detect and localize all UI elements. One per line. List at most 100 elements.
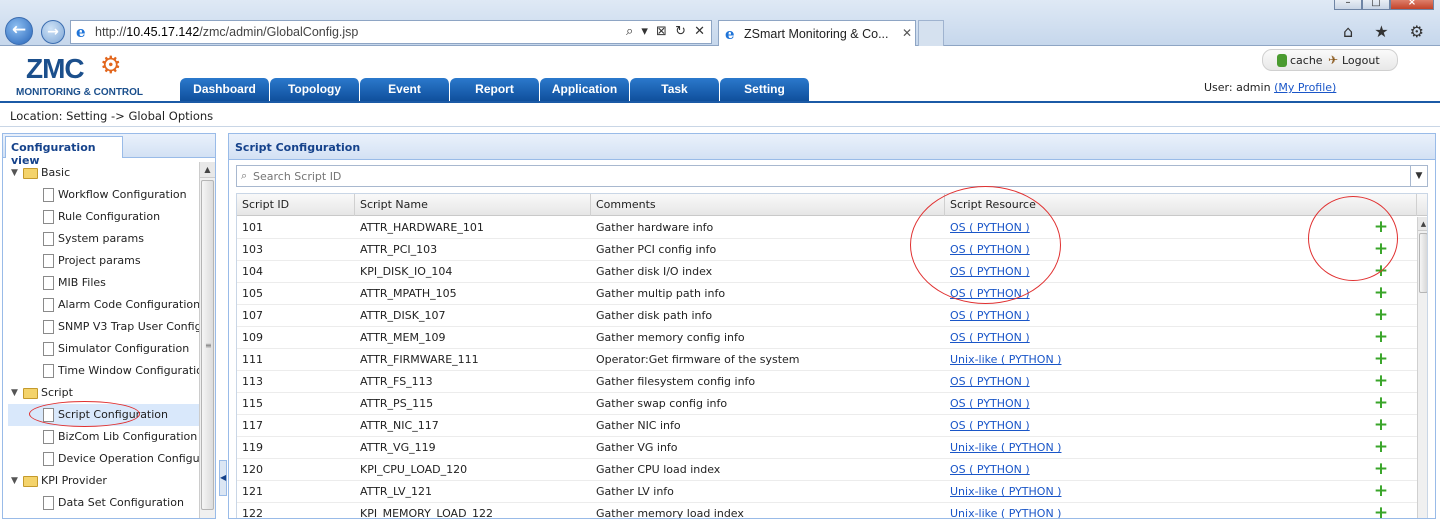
table-row[interactable]: 119 ATTR_VG_119 Gather VG info Unix-like ( … bbox=[237, 437, 1417, 459]
table-row[interactable]: 120 KPI_CPU_LOAD_120 Gather CPU load index… bbox=[237, 459, 1417, 481]
script-resource-link[interactable]: OS ( PYTHON ) bbox=[950, 287, 1030, 300]
add-icon[interactable]: + bbox=[1369, 415, 1393, 437]
close-window-icon[interactable]: × bbox=[1390, 0, 1434, 10]
tab-report[interactable]: Report bbox=[450, 78, 540, 101]
tree-item[interactable]: SNMP V3 Trap User Configura bbox=[8, 316, 200, 338]
script-resource-link[interactable]: OS ( PYTHON ) bbox=[950, 375, 1030, 388]
table-row[interactable]: 101 ATTR_HARDWARE_101 Gather hardware info… bbox=[237, 217, 1417, 239]
table-row[interactable]: 104 KPI_DISK_IO_104 Gather disk I/O index O… bbox=[237, 261, 1417, 283]
tree-item[interactable]: MIB Files bbox=[8, 272, 200, 294]
script-resource-link[interactable]: OS ( PYTHON ) bbox=[950, 397, 1030, 410]
table-scrollbar[interactable]: ▲ bbox=[1417, 217, 1427, 518]
table-row[interactable]: 121 ATTR_LV_121 Gather LV info Unix-like ( … bbox=[237, 481, 1417, 503]
scroll-thumb[interactable]: ≡ bbox=[201, 180, 214, 510]
expand-arrow-icon[interactable]: ▼ bbox=[11, 162, 18, 184]
tree-item[interactable]: Rule Configuration bbox=[8, 206, 200, 228]
back-arrow-icon[interactable]: ← bbox=[5, 17, 33, 45]
table-row[interactable]: 113 ATTR_FS_113 Gather filesystem config i… bbox=[237, 371, 1417, 393]
expand-arrow-icon[interactable]: ▼ bbox=[11, 470, 18, 492]
add-icon[interactable]: + bbox=[1369, 217, 1393, 239]
collapse-left-panel-icon[interactable]: ◀ bbox=[219, 460, 227, 496]
add-icon[interactable]: + bbox=[1369, 503, 1393, 518]
script-resource-link[interactable]: OS ( PYTHON ) bbox=[950, 419, 1030, 432]
tree-item[interactable]: System params bbox=[8, 228, 200, 250]
address-bar[interactable]: e http://10.45.17.142/zmc/admin/GlobalCo… bbox=[70, 20, 712, 44]
tree-item[interactable]: Project params bbox=[8, 250, 200, 272]
address-action-icons[interactable]: ⌕ ▾ ⊠ ↻ ✕ bbox=[626, 24, 707, 39]
browser-right-icons[interactable]: ⌂ ★ ⚙ bbox=[1343, 22, 1432, 41]
tree-item[interactable]: Alarm Code Configuration bbox=[8, 294, 200, 316]
maximize-icon[interactable]: □ bbox=[1362, 0, 1390, 10]
script-resource-link[interactable]: OS ( PYTHON ) bbox=[950, 309, 1030, 322]
script-resource-link[interactable]: Unix-like ( PYTHON ) bbox=[950, 507, 1061, 518]
add-icon[interactable]: + bbox=[1369, 239, 1393, 261]
add-icon[interactable]: + bbox=[1369, 393, 1393, 415]
chevron-down-icon[interactable]: ▼ bbox=[1410, 166, 1427, 186]
configuration-view-tab[interactable]: Configuration view bbox=[5, 136, 123, 167]
tab-dashboard[interactable]: Dashboard bbox=[180, 78, 270, 101]
cache-link[interactable]: cache bbox=[1290, 54, 1323, 67]
add-icon[interactable]: + bbox=[1369, 371, 1393, 393]
column-header-comments[interactable]: Comments bbox=[591, 194, 945, 216]
script-resource-link[interactable]: Unix-like ( PYTHON ) bbox=[950, 485, 1061, 498]
tree-folder[interactable]: ▼ Basic bbox=[8, 162, 200, 184]
search-input[interactable] bbox=[253, 168, 1403, 184]
logout-link[interactable]: Logout bbox=[1342, 54, 1380, 67]
table-row[interactable]: 103 ATTR_PCI_103 Gather PCI config info OS … bbox=[237, 239, 1417, 261]
tree-item-selected[interactable]: Script Configuration bbox=[8, 404, 200, 426]
tree-item[interactable]: BizCom Lib Configuration bbox=[8, 426, 200, 448]
table-row[interactable]: 105 ATTR_MPATH_105 Gather multip path info… bbox=[237, 283, 1417, 305]
expand-arrow-icon[interactable]: ▼ bbox=[11, 382, 18, 404]
script-resource-link[interactable]: OS ( PYTHON ) bbox=[950, 221, 1030, 234]
browser-tab[interactable]: e ZSmart Monitoring & Co... ✕ bbox=[718, 20, 916, 46]
script-resource-link[interactable]: OS ( PYTHON ) bbox=[950, 243, 1030, 256]
new-tab-button[interactable] bbox=[918, 20, 944, 46]
tree-scrollbar[interactable]: ▲ ≡ bbox=[199, 162, 215, 518]
add-icon[interactable]: + bbox=[1369, 459, 1393, 481]
script-resource-link[interactable]: OS ( PYTHON ) bbox=[950, 265, 1030, 278]
tree-folder[interactable]: ▼ KPI Provider bbox=[8, 470, 200, 492]
tab-setting[interactable]: Setting bbox=[720, 78, 810, 101]
table-row[interactable]: 109 ATTR_MEM_109 Gather memory config info… bbox=[237, 327, 1417, 349]
add-icon[interactable]: + bbox=[1369, 327, 1393, 349]
my-profile-link[interactable]: (My Profile) bbox=[1274, 81, 1336, 94]
tree-item[interactable]: Workflow Configuration bbox=[8, 184, 200, 206]
script-resource-link[interactable]: Unix-like ( PYTHON ) bbox=[950, 441, 1061, 454]
column-header-script-name[interactable]: Script Name bbox=[355, 194, 591, 216]
tree-item[interactable]: Data Set Configuration bbox=[8, 492, 200, 514]
table-row[interactable]: 122 KPI_MEMORY_LOAD_122 Gather memory load… bbox=[237, 503, 1417, 518]
search-box[interactable]: ⌕ ▼ bbox=[236, 165, 1428, 187]
tab-close-icon[interactable]: ✕ bbox=[902, 26, 912, 40]
table-row[interactable]: 115 ATTR_PS_115 Gather swap config info OS … bbox=[237, 393, 1417, 415]
tree-item[interactable]: Time Window Configuration bbox=[8, 360, 200, 382]
scroll-thumb[interactable] bbox=[1419, 233, 1427, 293]
script-resource-cell: OS ( PYTHON ) bbox=[945, 371, 1305, 393]
minimize-icon[interactable]: – bbox=[1334, 0, 1362, 10]
add-icon[interactable]: + bbox=[1369, 437, 1393, 459]
add-icon[interactable]: + bbox=[1369, 283, 1393, 305]
tree-item[interactable]: Device Operation Configurat bbox=[8, 448, 200, 470]
add-icon[interactable]: + bbox=[1369, 305, 1393, 327]
add-icon[interactable]: + bbox=[1369, 481, 1393, 503]
tab-topology[interactable]: Topology bbox=[270, 78, 360, 101]
tab-application[interactable]: Application bbox=[540, 78, 630, 101]
forward-arrow-icon[interactable]: → bbox=[41, 20, 65, 44]
script-resource-link[interactable]: OS ( PYTHON ) bbox=[950, 331, 1030, 344]
column-header-script-resource[interactable]: Script Resource bbox=[945, 194, 1417, 216]
table-row[interactable]: 107 ATTR_DISK_107 Gather disk path info OS … bbox=[237, 305, 1417, 327]
add-icon[interactable]: + bbox=[1369, 349, 1393, 371]
script-resource-link[interactable]: OS ( PYTHON ) bbox=[950, 463, 1030, 476]
address-text[interactable]: http://10.45.17.142/zmc/admin/GlobalConf… bbox=[95, 25, 358, 39]
script-resource-link[interactable]: Unix-like ( PYTHON ) bbox=[950, 353, 1061, 366]
table-row[interactable]: 111 ATTR_FIRMWARE_111 Operator:Get firmwar… bbox=[237, 349, 1417, 371]
tab-event[interactable]: Event bbox=[360, 78, 450, 101]
tree-item[interactable]: Simulator Configuration bbox=[8, 338, 200, 360]
scroll-up-icon[interactable]: ▲ bbox=[200, 162, 215, 178]
document-icon bbox=[43, 342, 54, 356]
tab-task[interactable]: Task bbox=[630, 78, 720, 101]
column-header-script-id[interactable]: Script ID bbox=[237, 194, 355, 216]
tree-folder[interactable]: ▼ Script bbox=[8, 382, 200, 404]
scroll-up-icon[interactable]: ▲ bbox=[1418, 217, 1427, 231]
table-row[interactable]: 117 ATTR_NIC_117 Gather NIC info OS ( PYTHO… bbox=[237, 415, 1417, 437]
add-icon[interactable]: + bbox=[1369, 261, 1393, 283]
